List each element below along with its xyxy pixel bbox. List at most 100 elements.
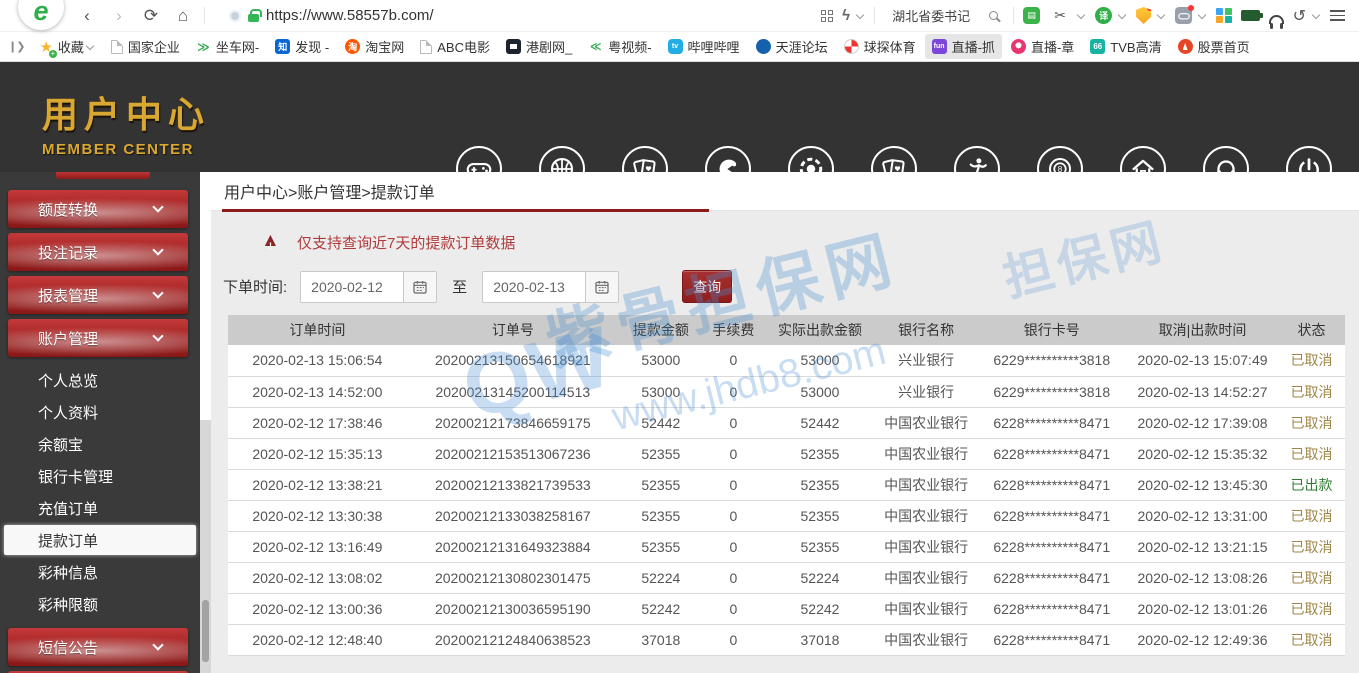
cell-银行卡号: 6228**********8471 <box>976 438 1127 469</box>
qr-grid-icon[interactable] <box>821 10 833 22</box>
undo-icon[interactable]: ↺ <box>1293 6 1306 26</box>
breadcrumb-bar: 用户中心>账户管理>提款订单 <box>211 172 1359 211</box>
chevron-down-icon[interactable] <box>856 10 864 18</box>
home-icon[interactable]: ⌂ <box>172 6 194 26</box>
bookmark-item[interactable]: 66TVB高清 <box>1083 34 1168 59</box>
cell-手续费: 0 <box>703 593 764 624</box>
cell-银行名称: 中国农业银行 <box>876 562 977 593</box>
cell-订单时间: 2020-02-12 13:30:38 <box>228 500 407 531</box>
menu-icon[interactable] <box>1330 10 1345 21</box>
bookmark-item[interactable]: ≫坐车网- <box>189 34 266 59</box>
calendar-icon[interactable] <box>403 272 436 302</box>
chevron-down-icon[interactable] <box>1118 10 1126 18</box>
date-from-input[interactable] <box>301 272 403 302</box>
sidebar-item-充值订单[interactable]: 充值订单 <box>0 492 200 524</box>
date-from-field[interactable] <box>300 271 437 303</box>
cell-提款金额: 52355 <box>619 469 703 500</box>
bookmark-item[interactable]: 淘淘宝网 <box>338 34 411 59</box>
bookmark-item[interactable]: 港剧网_ <box>499 34 579 59</box>
tvb-icon: 66 <box>1090 39 1105 54</box>
bookmark-item[interactable]: 国家企业 <box>104 34 187 59</box>
chevron-down-icon[interactable] <box>1312 10 1320 18</box>
status-badge: 已取消 <box>1278 593 1345 624</box>
lightning-icon[interactable]: ϟ <box>842 7 850 24</box>
cell-银行卡号: 6228**********8471 <box>976 562 1127 593</box>
bookmarks-expander-icon[interactable]: ❙❯ <box>8 40 24 53</box>
query-button[interactable]: 查询 <box>682 270 732 303</box>
bookmark-item[interactable]: 天涯论坛 <box>749 34 835 59</box>
cell-订单号: 20200213150654618921 <box>407 345 619 376</box>
battery-icon[interactable] <box>1241 10 1260 21</box>
bookmark-item[interactable]: 知发现 - <box>268 34 336 59</box>
sidebar-item-银行卡管理[interactable]: 银行卡管理 <box>0 460 200 492</box>
cell-订单时间: 2020-02-12 13:38:21 <box>228 469 407 500</box>
scrollbar-thumb[interactable] <box>202 600 209 662</box>
sidebar-menu-报表管理[interactable]: 报表管理 <box>8 276 188 314</box>
table-row: 2020-02-12 12:48:40202002121248406385233… <box>228 624 1345 655</box>
cell-取消|出款时间: 2020-02-12 12:49:36 <box>1127 624 1278 655</box>
chevron-down-icon[interactable] <box>1077 10 1085 18</box>
sidebar-item-余额宝[interactable]: 余额宝 <box>0 428 200 460</box>
cell-银行名称: 兴业银行 <box>876 345 977 376</box>
sidebar-menu-额度转换[interactable]: 额度转换 <box>8 190 188 228</box>
cell-手续费: 0 <box>703 624 764 655</box>
back-icon[interactable]: ‹ <box>76 6 98 26</box>
date-to-field[interactable] <box>482 271 619 303</box>
cell-订单号: 20200212124840638523 <box>407 624 619 655</box>
bookmark-item[interactable]: fun直播-抓 <box>925 34 1002 59</box>
table-row: 2020-02-12 13:08:02202002121308023014755… <box>228 562 1345 593</box>
bookmarks-bar: ❙❯ ★ 收藏 国家企业≫坐车网-知发现 -淘淘宝网ABC电影港剧网_≪粤视频-… <box>0 32 1359 62</box>
bookmark-item[interactable]: 直播-章 <box>1004 34 1081 59</box>
chevron-down-icon[interactable] <box>1157 10 1165 18</box>
games-icon[interactable] <box>1175 7 1192 24</box>
reader-icon[interactable]: ▤ <box>1023 7 1040 24</box>
sidebar-menu-投注记录[interactable]: 投注记录 <box>8 233 188 271</box>
bookmark-item[interactable]: tv哔哩哔哩 <box>661 34 747 59</box>
url-text[interactable]: https://www.58557b.com/ <box>266 7 434 24</box>
address-bar[interactable]: https://www.58557b.com/ <box>229 7 789 24</box>
favorites-button[interactable]: ★ 收藏 <box>32 34 101 59</box>
apps-grid-icon[interactable] <box>1216 8 1232 24</box>
lock-icon <box>248 14 259 22</box>
stock-icon <box>1178 39 1193 54</box>
screenshot-scissors-icon[interactable]: ✂ <box>1049 7 1071 24</box>
headphones-icon[interactable] <box>1269 15 1284 24</box>
sidebar-menu-短信公告[interactable]: 短信公告 <box>8 628 188 666</box>
filter-row: 下单时间: 至 查询 <box>223 270 732 303</box>
sidebar-item-个人资料[interactable]: 个人资料 <box>0 396 200 428</box>
table-header-row: 订单时间订单号提款金额手续费实际出款金额银行名称银行卡号取消|出款时间状态 <box>228 315 1345 345</box>
shield-icon[interactable] <box>1136 7 1151 24</box>
cell-银行卡号: 6228**********8471 <box>976 531 1127 562</box>
bookmark-label: 坐车网- <box>216 37 259 56</box>
status-badge: 已取消 <box>1278 345 1345 376</box>
sidebar-item-个人总览[interactable]: 个人总览 <box>0 364 200 396</box>
reload-icon[interactable]: ⟳ <box>140 6 162 26</box>
bookmark-item[interactable]: 球探体育 <box>837 34 923 59</box>
member-header: 用户中心 MEMBER CENTER 电子游艺体育投注棋牌博弈电竞真人彩捕鱼达人… <box>0 62 1359 172</box>
sidebar-scrollbar[interactable] <box>200 420 211 673</box>
bookmark-label: 粤视频- <box>608 37 651 56</box>
bookmark-item[interactable]: ≪粤视频- <box>581 34 658 59</box>
chevron-down-icon <box>152 330 163 341</box>
browser-logo[interactable]: e <box>18 0 64 30</box>
bookmark-item[interactable]: 股票首页 <box>1171 34 1257 59</box>
sidebar-item-提款订单[interactable]: 提款订单 <box>4 525 196 555</box>
cell-订单号: 20200213145200114513 <box>407 376 619 407</box>
chevron-down-icon <box>152 244 163 255</box>
bookmark-item[interactable]: ABC电影 <box>413 34 497 59</box>
translate-icon[interactable]: 译 <box>1095 7 1112 24</box>
forward-icon[interactable]: › <box>108 6 130 26</box>
cell-订单时间: 2020-02-13 14:52:00 <box>228 376 407 407</box>
chevron-down-icon[interactable] <box>1198 10 1206 18</box>
sidebar-item-彩种限额[interactable]: 彩种限额 <box>0 588 200 620</box>
date-to-input[interactable] <box>483 272 585 302</box>
sidebar-item-彩种信息[interactable]: 彩种信息 <box>0 556 200 588</box>
favorites-label: 收藏 <box>58 37 84 56</box>
cell-订单号: 20200212130802301475 <box>407 562 619 593</box>
sidebar-menu-账户管理[interactable]: 账户管理 <box>8 319 188 357</box>
calendar-icon[interactable] <box>585 272 618 302</box>
status-badge: 已取消 <box>1278 624 1345 655</box>
search-icon[interactable] <box>989 11 998 20</box>
search-input[interactable]: 湖北省委书记 <box>884 6 980 25</box>
site-info-icon[interactable] <box>229 10 241 22</box>
